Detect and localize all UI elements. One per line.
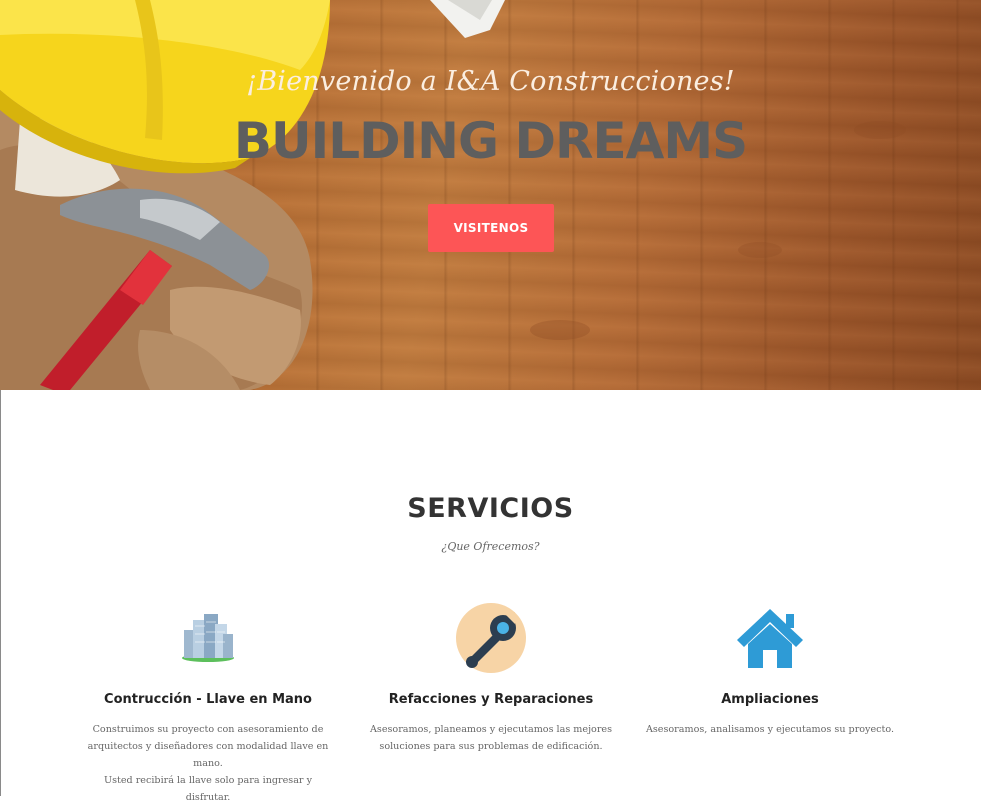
hero-background-image (0, 0, 906, 390)
service-title: Contrucción - Llave en Mano (104, 692, 312, 707)
visit-button[interactable]: VISITENOS (428, 204, 554, 252)
hero-banner: ¡Bienvenido a I&A Construcciones! BUILDI… (0, 0, 981, 390)
service-card-extensions: Ampliaciones Asesoramos, analisamos y ej… (625, 600, 915, 738)
hero-title: BUILDING DREAMS (233, 112, 748, 170)
service-description: Construimos su proyecto con asesoramient… (87, 724, 329, 803)
service-description: Asesoramos, planeamos y ejecutamos las m… (369, 724, 613, 752)
service-title: Ampliaciones (721, 692, 819, 707)
service-title: Refacciones y Reparaciones (388, 692, 594, 707)
hero-welcome-text: ¡Bienvenido a I&A Construcciones! (246, 66, 735, 97)
page-left-border (0, 390, 1, 796)
house-icon (625, 600, 915, 676)
service-description: Asesoramos, analisamos y ejecutamos su p… (645, 724, 895, 735)
buildings-icon (63, 600, 353, 676)
services-subtitle: ¿Que Ofrecemos? (441, 540, 540, 553)
service-card-construction: Contrucción - Llave en Mano Construimos … (63, 600, 353, 806)
service-card-repairs: Refacciones y Reparaciones Asesoramos, p… (346, 600, 636, 755)
wrench-icon (346, 600, 636, 676)
services-title: SERVICIOS (407, 493, 574, 524)
